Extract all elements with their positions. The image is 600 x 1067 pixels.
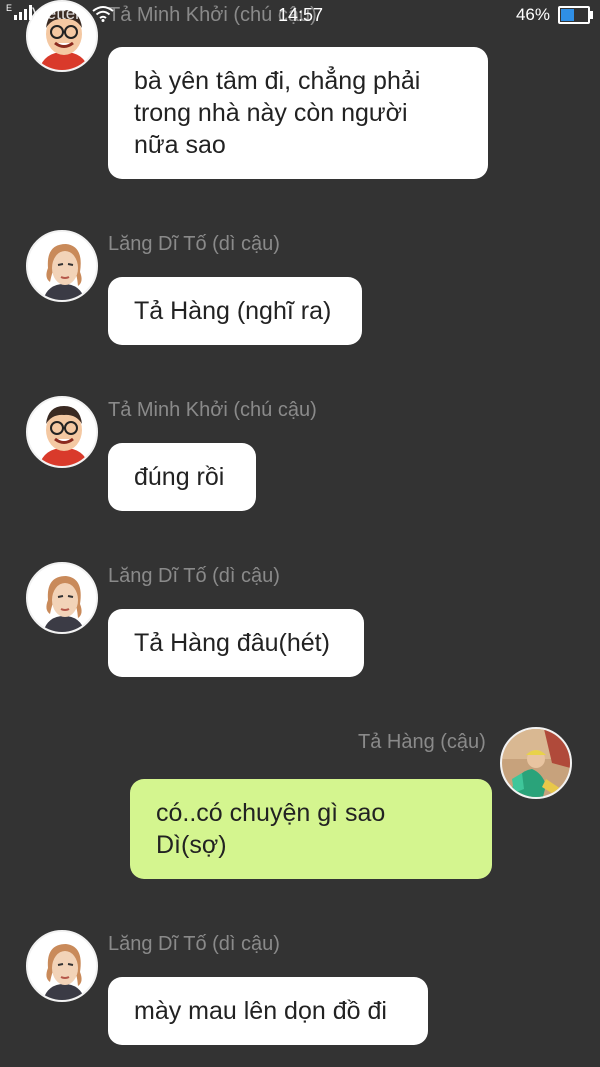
- sender-name: Tả Hàng (cậu): [358, 731, 486, 753]
- message-bubble[interactable]: Tả Hàng đâu(hét): [108, 609, 364, 677]
- message-bubble[interactable]: Tả Hàng (nghĩ ra): [108, 277, 362, 345]
- sender-name: Lăng Dĩ Tố (dì cậu): [108, 565, 280, 587]
- clock: 14:57: [278, 5, 324, 25]
- battery-percent: 46%: [515, 5, 550, 24]
- avatar-aunt[interactable]: [26, 562, 98, 634]
- signal-strength-icon: E: [6, 3, 33, 20]
- status-bar: E Viettel 14:57 46%: [0, 0, 600, 30]
- message-bubble[interactable]: bà yên tâm đi, chẳng phải trong nhà này …: [108, 47, 488, 179]
- avatar-aunt[interactable]: [26, 230, 98, 302]
- carrier-label: Viettel: [32, 4, 79, 23]
- sender-name: Lăng Dĩ Tố (dì cậu): [108, 233, 280, 255]
- wifi-icon: [92, 6, 114, 22]
- battery-icon: [558, 6, 593, 24]
- sender-name: Tả Minh Khởi (chú cậu): [108, 399, 317, 421]
- avatar-self[interactable]: [500, 727, 572, 799]
- message-bubble-self[interactable]: có..có chuyện gì sao Dì(sợ): [130, 779, 492, 879]
- avatar-uncle[interactable]: [26, 396, 98, 468]
- network-type-label: E: [6, 3, 13, 13]
- message-bubble[interactable]: đúng rồi: [108, 443, 256, 511]
- sender-name: Lăng Dĩ Tố (dì cậu): [108, 933, 280, 955]
- message-bubble[interactable]: mày mau lên dọn đồ đi: [108, 977, 428, 1045]
- avatar-aunt[interactable]: [26, 930, 98, 1002]
